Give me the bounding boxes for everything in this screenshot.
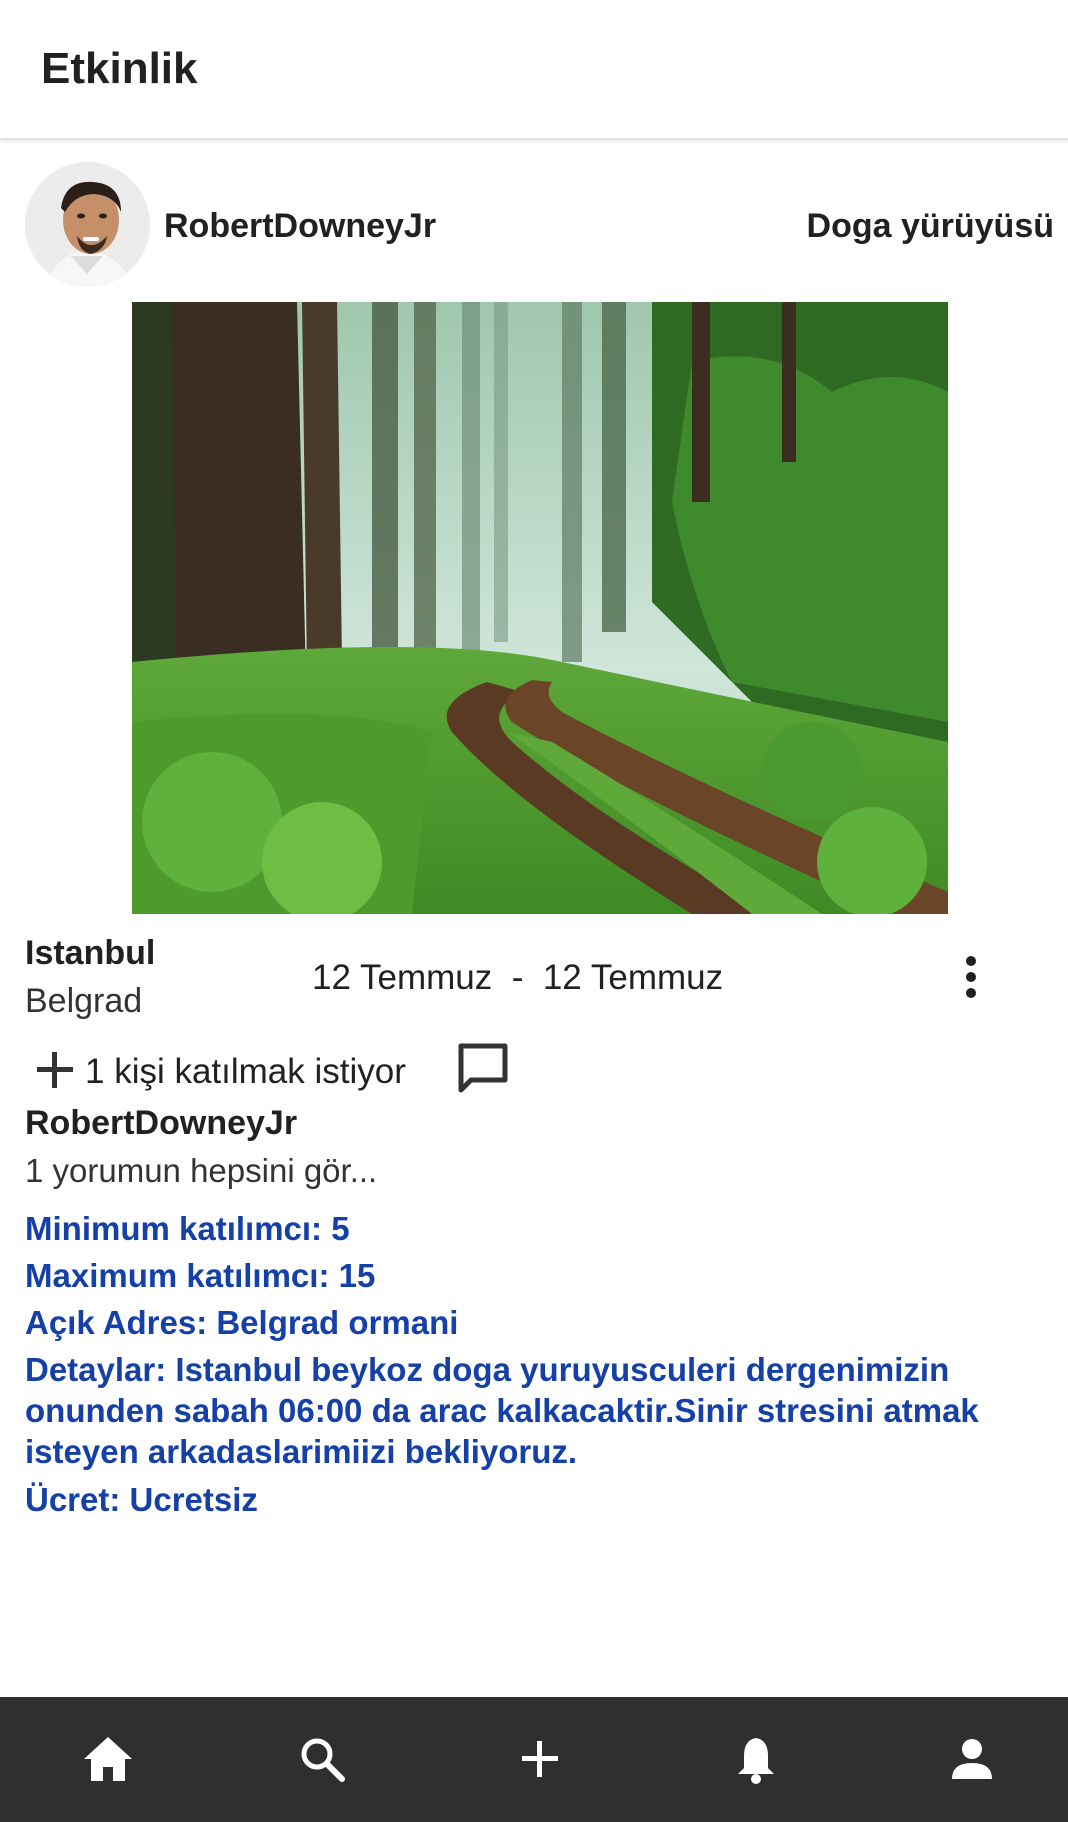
post-username[interactable]: RobertDowneyJr	[164, 207, 436, 246]
home-icon	[84, 1737, 132, 1781]
nav-add[interactable]	[508, 1727, 572, 1791]
post-header: RobertDowneyJr Doga yürüyüsü	[0, 162, 1068, 290]
end-date: 12 Temmuz	[542, 958, 724, 997]
start-date: 12 Temmuz	[312, 958, 493, 997]
search-icon	[301, 1738, 345, 1782]
comment-button[interactable]	[453, 1040, 513, 1100]
date-separator: -	[511, 958, 524, 997]
avatar-photo-icon	[25, 162, 150, 287]
nav-profile[interactable]	[940, 1727, 1004, 1791]
comment-icon	[458, 1043, 508, 1093]
bell-icon	[738, 1738, 774, 1784]
plus-icon[interactable]	[35, 1050, 75, 1090]
page-title: Etkinlik	[41, 44, 198, 93]
open-address: Açık Adres: Belgrad ormani	[25, 1304, 459, 1341]
forest-photo-icon	[132, 302, 948, 914]
more-options-button[interactable]	[954, 948, 988, 1006]
max-participants: Maximum katılımcı: 15	[25, 1257, 376, 1294]
join-request-text[interactable]: 1 kişi katılmak istiyor	[85, 1052, 406, 1092]
add-icon	[522, 1741, 558, 1777]
person-icon	[952, 1739, 992, 1779]
event-city: Istanbul	[25, 934, 156, 972]
nav-search[interactable]	[290, 1727, 354, 1791]
event-area: Belgrad	[25, 982, 143, 1020]
see-all-comments-link[interactable]: 1 yorumun hepsini gör...	[25, 1152, 377, 1190]
nav-notifications[interactable]	[724, 1727, 788, 1791]
app-bar: Etkinlik	[0, 0, 1068, 140]
join-row: 1 kişi katılmak istiyor	[25, 1040, 625, 1100]
comment-username[interactable]: RobertDowneyJr	[25, 1104, 297, 1143]
bottom-navigation	[0, 1697, 1068, 1822]
event-name: Doga yürüyüsü	[806, 207, 1054, 245]
nav-home[interactable]	[76, 1727, 140, 1791]
event-details: Detaylar: Istanbul beykoz doga yuruyuscu…	[25, 1351, 979, 1470]
avatar[interactable]	[25, 162, 150, 287]
min-participants: Minimum katılımcı: 5	[25, 1210, 350, 1247]
more-vert-icon	[966, 956, 976, 998]
event-image	[132, 302, 948, 914]
event-date-range: 12 Temmuz - 12 Temmuz	[312, 958, 723, 998]
event-fee: Ücret: Ucretsiz	[25, 1481, 258, 1518]
